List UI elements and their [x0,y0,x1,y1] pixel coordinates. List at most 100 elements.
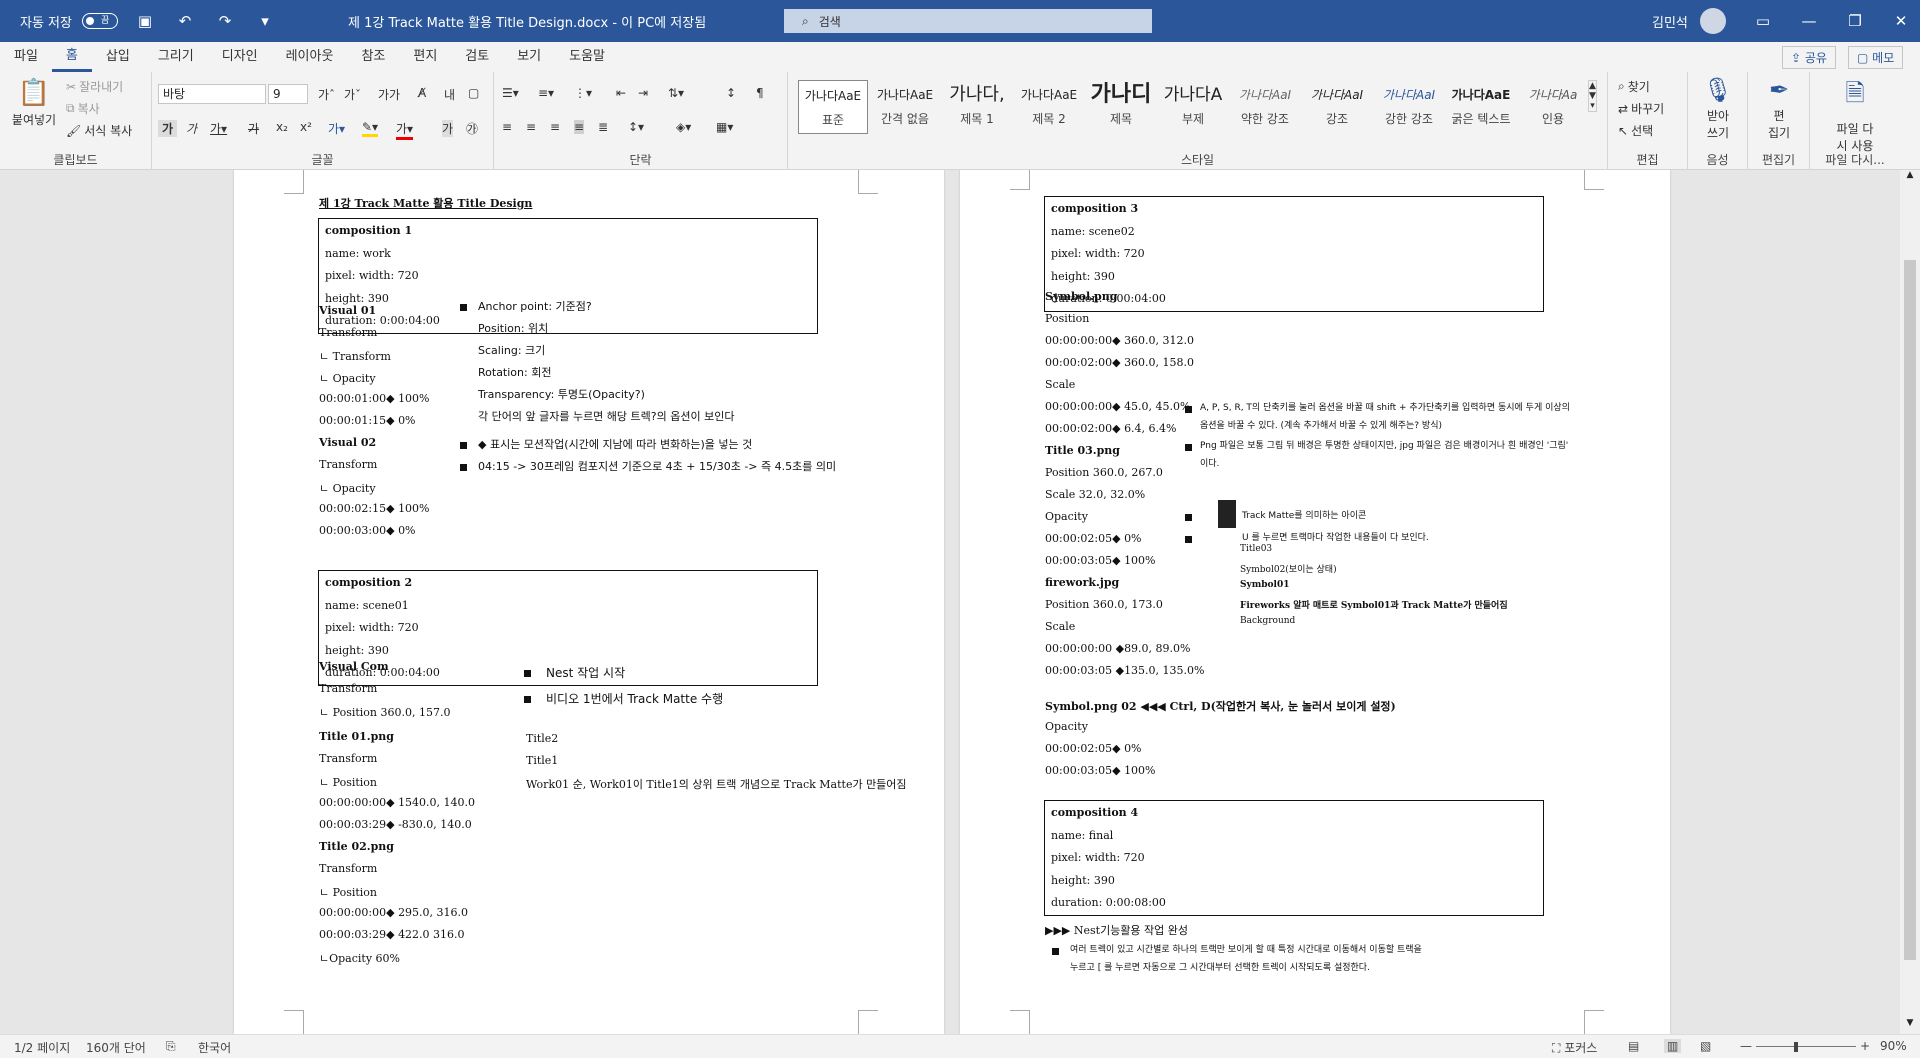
style-11[interactable]: 가나다Aa 인용 [1518,80,1588,134]
tab-home[interactable]: 홈 [51,42,92,72]
strikethrough-icon[interactable]: 가 [248,120,259,137]
highlight-icon[interactable]: ✎▾ [362,120,379,137]
ribbon-display-icon[interactable]: ▭ [1740,0,1786,42]
select-button[interactable]: ↖ 선택 [1618,122,1653,139]
increase-indent-icon[interactable]: ⇥ [638,86,648,100]
format-painter-button[interactable]: 🖌 서식 복사 [66,122,132,139]
italic-icon[interactable]: 가 [186,120,197,137]
close-icon[interactable]: ✕ [1878,0,1920,42]
style-10[interactable]: 가나다AaE 굵은 텍스트 [1446,80,1516,134]
clear-format-icon[interactable]: A̸ [418,86,426,100]
tab-mailings[interactable]: 편지 [399,42,451,72]
scroll-up-icon[interactable]: ▲ [1900,170,1920,186]
tab-references[interactable]: 참조 [347,42,399,72]
find-button[interactable]: ⌕ 찾기 [1618,78,1650,95]
zoom-out-icon[interactable]: — [1740,1039,1752,1053]
style-5[interactable]: 가나디 제목 [1086,80,1156,134]
tab-file[interactable]: 파일 [0,42,52,72]
restore-icon[interactable]: ❐ [1832,0,1878,42]
styles-scroll[interactable]: ▲ ▼ ▾ [1588,80,1597,112]
borders-icon[interactable]: ▦▾ [716,120,733,134]
focus-button[interactable]: ⛶ 포커스 [1552,1039,1597,1056]
zoom-in-icon[interactable]: + [1860,1039,1870,1053]
numbering-icon[interactable]: ≡▾ [538,86,554,100]
font-color-icon[interactable]: 가▾ [396,120,414,140]
style-1[interactable]: 가나다AaE 표준 [798,80,868,134]
bullets-icon[interactable]: ☰▾ [502,86,519,100]
more-styles-icon[interactable]: ▾ [1590,101,1595,111]
tab-help[interactable]: 도움말 [555,42,619,72]
cut-button[interactable]: ✂ 잘라내기 [66,78,123,95]
align-right-icon[interactable]: ≡ [550,120,560,134]
distribute-icon[interactable]: ≣ [598,120,608,134]
language[interactable]: 한국어 [198,1039,231,1056]
customize-qat-icon[interactable]: ▾ [245,0,285,42]
shrink-font-icon[interactable]: 가ˇ [344,86,361,103]
bold-icon[interactable]: 가 [158,120,178,137]
read-mode-icon[interactable]: ▤ [1628,1039,1639,1053]
grow-font-icon[interactable]: 가ˆ [318,86,335,103]
scroll-up-icon[interactable]: ▲ [1589,81,1596,91]
justify-icon[interactable]: ≡ [574,120,585,134]
search-box[interactable]: ⌕ 검색 [784,9,1152,33]
underline-icon[interactable]: 가▾ [210,120,227,137]
zoom-slider-thumb[interactable] [1794,1042,1798,1052]
print-layout-icon[interactable]: ▥ [1664,1039,1682,1053]
reuse-files-button[interactable]: 🗎 파일 다 시 사용 [1822,76,1888,154]
align-center-icon[interactable]: ≡ [526,120,536,134]
tab-draw[interactable]: 그리기 [144,42,208,72]
multilevel-list-icon[interactable]: ⋮▾ [574,86,592,100]
autosave-toggle[interactable]: 끔 [82,13,118,29]
line-spacing-icon[interactable]: ↕▾ [628,120,644,134]
shading-icon[interactable]: ◈▾ [676,120,691,134]
text-effects-icon[interactable]: 가▾ [328,120,345,137]
editor-button[interactable]: ✒ 편 집기 [1756,76,1802,141]
copy-button[interactable]: ⧉ 복사 [66,100,100,117]
dictate-button[interactable]: 🎙 받아 쓰기 [1696,76,1740,141]
decrease-indent-icon[interactable]: ⇤ [616,86,626,100]
page-2[interactable]: composition 3 name: scene02 pixel: width: … [960,170,1670,1034]
sort-icon[interactable]: ⇅▾ [668,86,684,100]
document-area[interactable]: 제 1강 Track Matte 활용 Title Design composi… [0,170,1900,1034]
scroll-thumb[interactable] [1904,260,1916,960]
tab-view[interactable]: 보기 [503,42,555,72]
redo-icon[interactable]: ↷ [205,0,245,42]
subscript-icon[interactable]: x₂ [276,120,288,134]
scroll-down-icon[interactable]: ▼ [1900,1018,1920,1034]
scroll-down-icon[interactable]: ▼ [1589,91,1596,101]
style-3[interactable]: 가나다, 제목 1 [942,80,1012,134]
tab-design[interactable]: 디자인 [208,42,272,72]
document-title[interactable]: 제 1강 Track Matte 활용 Title Design.docx - … [348,0,706,42]
char-border-icon[interactable]: ▢ [468,86,479,100]
proofing-icon[interactable]: ⎘ [166,1039,176,1054]
comments-button[interactable]: ▢ 메모 [1848,46,1904,69]
minimize-icon[interactable]: — [1786,0,1832,42]
tab-insert[interactable]: 삽입 [92,42,144,72]
style-7[interactable]: 가나다AaI 약한 강조 [1230,80,1300,134]
show-marks-icon[interactable]: ↕ [726,86,736,100]
zoom-slider[interactable] [1756,1046,1856,1047]
vertical-scrollbar[interactable]: ▲ ▼ [1900,170,1920,1034]
undo-icon[interactable]: ↶ [165,0,205,42]
font-size-box[interactable]: 9 [268,84,308,104]
style-6[interactable]: 가나다A 부제 [1158,80,1228,134]
enclose-char-icon[interactable]: ㉮ [466,120,478,137]
font-name-box[interactable]: 바탕 [158,84,266,104]
replace-button[interactable]: ⇄ 바꾸기 [1618,100,1664,117]
avatar[interactable] [1700,8,1726,34]
style-8[interactable]: 가나다AaI 강조 [1302,80,1372,134]
page-1[interactable]: 제 1강 Track Matte 활용 Title Design composi… [234,170,944,1034]
page-count[interactable]: 1/2 페이지 [14,1039,70,1056]
user-name[interactable]: 김민석 [1652,0,1688,42]
superscript-icon[interactable]: x² [300,120,312,134]
style-2[interactable]: 가나다AaE 간격 없음 [870,80,940,134]
pilcrow-icon[interactable]: ¶ [756,86,764,100]
tab-layout[interactable]: 레이아웃 [272,42,348,72]
tab-review[interactable]: 검토 [451,42,503,72]
zoom-level[interactable]: 90% [1880,1039,1907,1053]
word-count[interactable]: 160개 단어 [86,1039,146,1056]
style-4[interactable]: 가나다AaE 제목 2 [1014,80,1084,134]
align-left-icon[interactable]: ≡ [502,120,512,134]
change-case-icon[interactable]: 가가 [378,86,400,103]
share-button[interactable]: ⇪ 공유 [1782,46,1836,69]
